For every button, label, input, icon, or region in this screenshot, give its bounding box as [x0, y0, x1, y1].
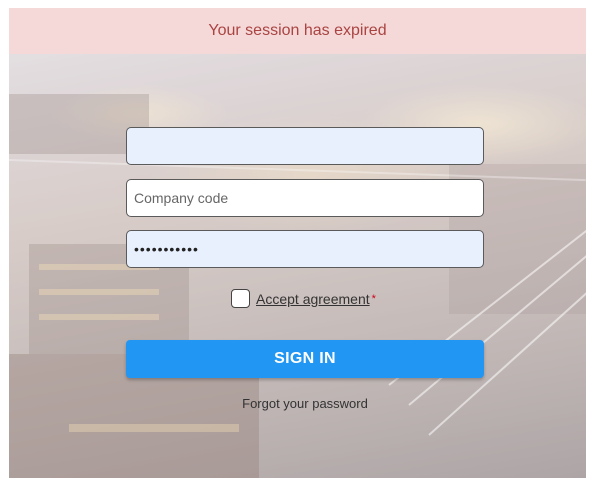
username-input[interactable] — [126, 127, 484, 165]
accept-agreement-row: Accept agreement * — [231, 289, 376, 308]
required-asterisk: * — [371, 292, 376, 305]
login-form: Accept agreement * SIGN IN Forgot your p… — [9, 8, 586, 478]
accept-agreement-checkbox[interactable] — [231, 289, 250, 308]
sign-in-button[interactable]: SIGN IN — [126, 340, 484, 378]
company-code-input[interactable] — [126, 179, 484, 217]
accept-agreement-link[interactable]: Accept agreement — [256, 291, 370, 307]
login-page: Your session has expired Accept agreemen… — [9, 8, 586, 478]
forgot-password-link[interactable]: Forgot your password — [126, 396, 484, 411]
password-input[interactable] — [126, 230, 484, 268]
